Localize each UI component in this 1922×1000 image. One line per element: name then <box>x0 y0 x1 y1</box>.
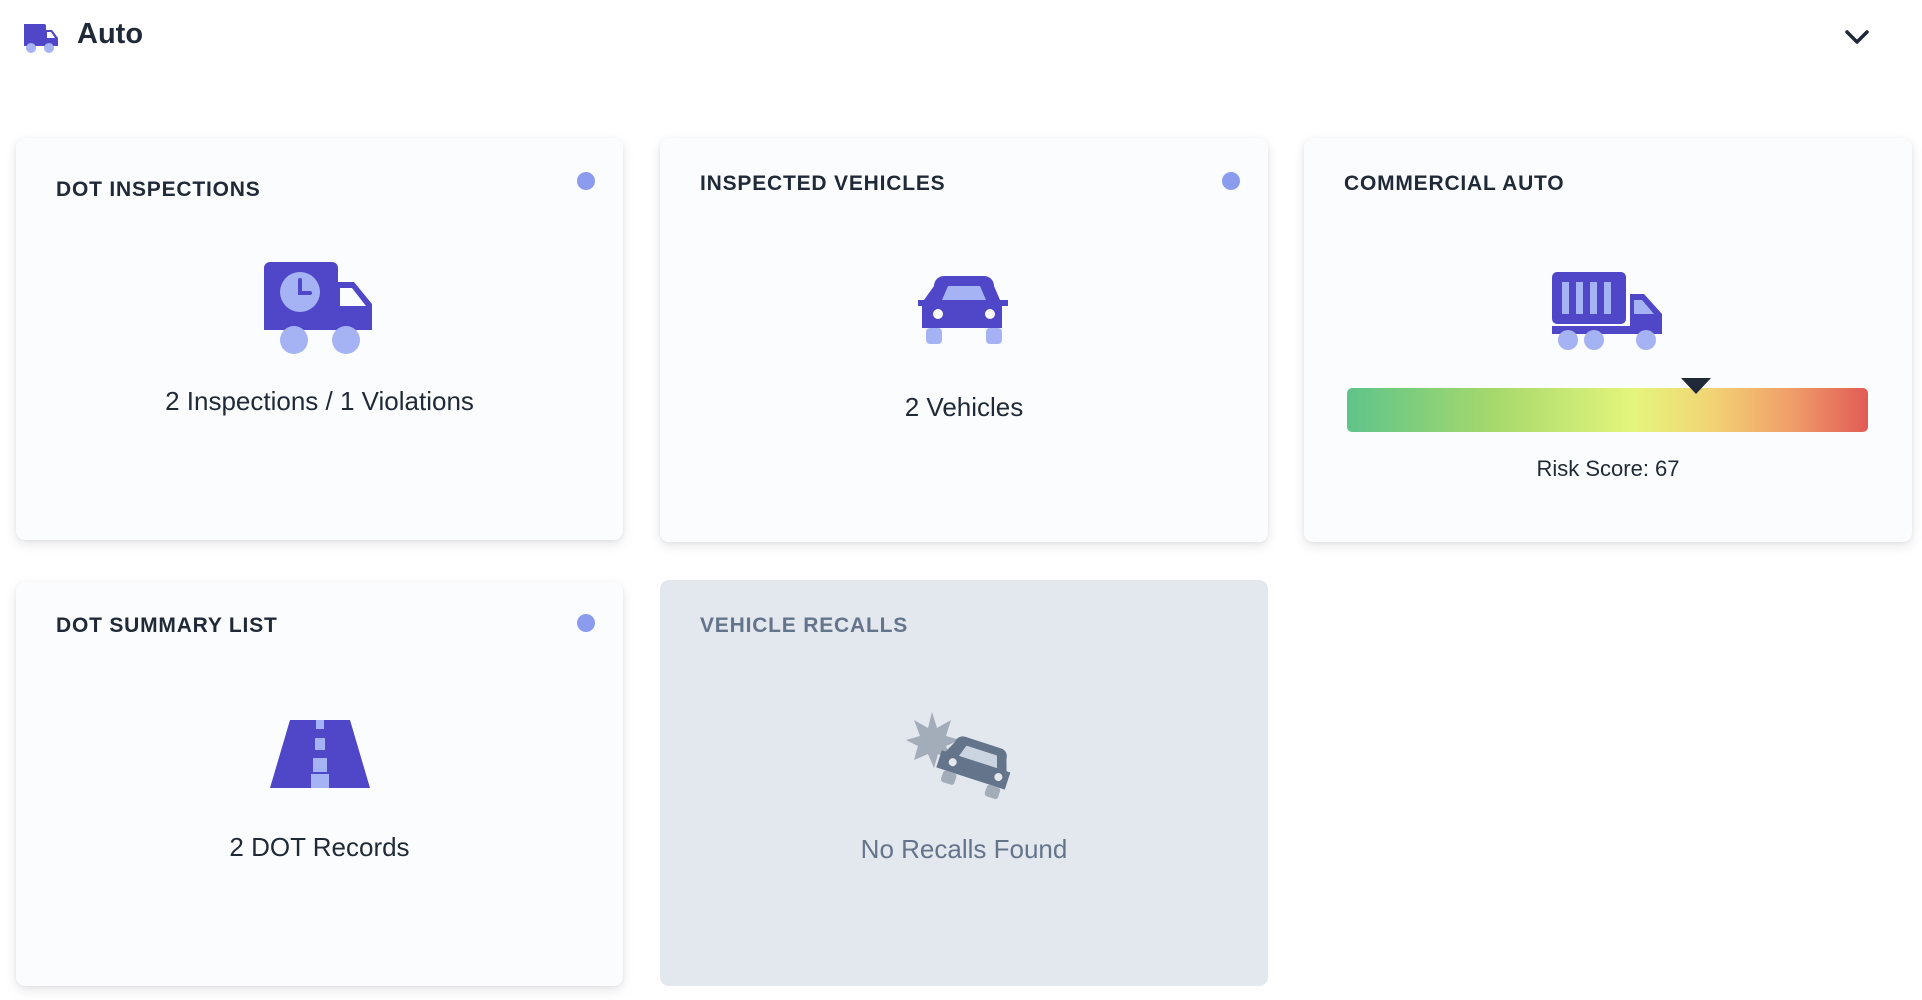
road-icon <box>269 720 370 788</box>
dot-summary-list-card[interactable]: DOT SUMMARY LIST 2 DOT Records <box>16 582 623 986</box>
risk-score-label: Risk Score: 67 <box>1536 456 1680 481</box>
truck-clock-icon <box>263 262 372 354</box>
card-title: DOT INSPECTIONS <box>56 178 261 201</box>
section-title: Auto <box>77 18 144 50</box>
card-title: INSPECTED VEHICLES <box>700 172 946 195</box>
car-burst-icon <box>906 712 1011 800</box>
truck-icon <box>24 24 58 53</box>
commercial-auto-card[interactable]: COMMERCIAL AUTO Risk Score: 67 <box>1304 138 1912 542</box>
risk-gauge-bar <box>1347 378 1868 432</box>
inspections-count: 2 Inspections / 1 Violations <box>165 386 474 416</box>
risk-gauge-marker <box>1681 378 1712 394</box>
car-icon <box>918 276 1008 344</box>
vehicles-count: 2 Vehicles <box>904 392 1024 422</box>
inspected-vehicles-card[interactable]: INSPECTED VEHICLES 2 Vehicles <box>660 138 1268 542</box>
dot-records-count: 2 DOT Records <box>229 832 410 862</box>
section-header[interactable]: Auto <box>0 0 1922 76</box>
truck-container-icon <box>1552 272 1662 350</box>
status-dot <box>577 614 595 632</box>
recalls-status: No Recalls Found <box>860 834 1068 864</box>
card-title: DOT SUMMARY LIST <box>56 614 278 637</box>
dot-inspections-card[interactable]: DOT INSPECTIONS 2 Inspections / 1 Violat… <box>16 138 623 540</box>
card-title: COMMERCIAL AUTO <box>1344 172 1565 195</box>
chevron-down-icon[interactable] <box>1842 24 1872 50</box>
status-dot <box>577 172 595 190</box>
vehicle-recalls-card: VEHICLE RECALLS No Recalls Found <box>660 580 1268 986</box>
card-title: VEHICLE RECALLS <box>700 614 909 637</box>
status-dot <box>1222 172 1240 190</box>
